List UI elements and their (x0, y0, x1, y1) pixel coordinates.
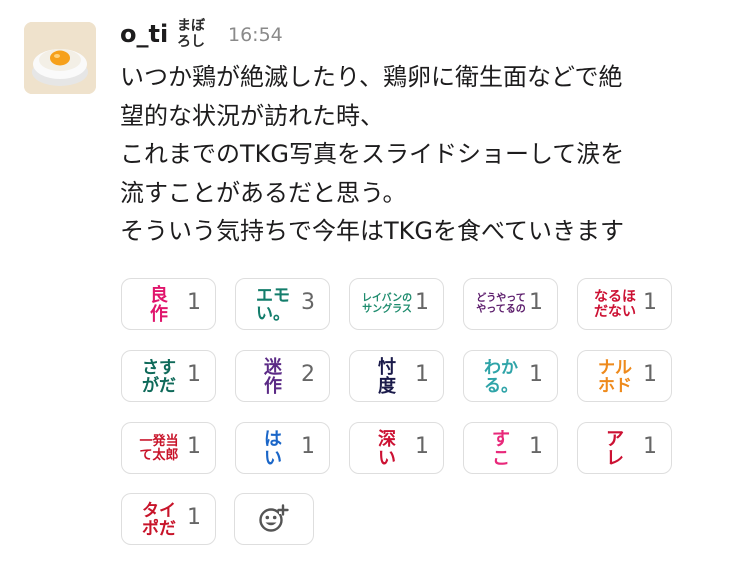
message-body: いつか鶏が絶滅したり、鶏卵に衛生面などで絶 望的な状況が訪れた時、 これまでのT… (120, 58, 720, 251)
reaction-emoji: レイバンの サングラス (358, 283, 416, 327)
reaction-emoji: アレ (586, 427, 644, 471)
reaction-count: 1 (529, 290, 543, 315)
reaction-pill[interactable]: はい1 (235, 422, 330, 474)
reaction-emoji: わか る。 (472, 355, 530, 399)
message-line: 望的な状況が訪れた時、 (120, 101, 384, 130)
username[interactable]: o_ti (120, 20, 168, 48)
reaction-emoji-line: エモ (256, 285, 290, 306)
reaction-pill[interactable]: さす がだ 1 (121, 350, 216, 402)
reaction-emoji-line: がだ (142, 376, 176, 396)
reaction-emoji: 良作 (130, 283, 188, 327)
reaction-emoji: なるほ だない (586, 283, 644, 327)
reaction-emoji-line: す (492, 428, 510, 450)
reaction-count: 1 (187, 505, 201, 530)
reaction-emoji: すこ (472, 427, 530, 471)
message-line: そういう気持ちで今年はTKGを食べていきます (120, 217, 625, 245)
reaction-emoji-line: こ (492, 448, 510, 469)
reaction-pill[interactable]: ナル ホド 1 (577, 350, 672, 402)
reaction-count: 1 (529, 362, 543, 387)
avatar[interactable] (24, 22, 96, 94)
reaction-pill[interactable]: 良作1 (121, 278, 216, 330)
reaction-emoji-line: サングラス (362, 304, 412, 315)
reaction-pill[interactable]: どうやって やってるの 1 (463, 278, 558, 330)
reaction-emoji-line: い。 (256, 304, 290, 324)
reaction-emoji-line: わか (484, 357, 518, 378)
status-emoji-line: まぼ (177, 18, 205, 34)
reaction-emoji: 深い (358, 427, 416, 471)
reaction-emoji: はい (244, 427, 302, 471)
message: o_ti まぼ ろし 16:54 いつか鶏が絶滅したり、鶏卵に衛生面などで絶 望… (0, 0, 750, 570)
reaction-count: 1 (187, 290, 201, 315)
add-reaction-button[interactable] (234, 493, 314, 545)
reaction-pill[interactable]: 深い1 (349, 422, 444, 474)
reaction-emoji-line: ア (606, 428, 624, 450)
reaction-emoji-line: なるほ (594, 288, 636, 305)
reaction-count: 1 (643, 362, 657, 387)
reaction-count: 1 (643, 434, 657, 459)
reaction-emoji-line: タイ (142, 500, 176, 521)
reaction-pill[interactable]: エモ い。 3 (235, 278, 330, 330)
reaction-emoji-line: い (378, 448, 396, 469)
reaction-emoji-line: 作 (264, 376, 282, 397)
reaction-emoji-line: ポだ (142, 519, 176, 539)
reaction-emoji-line: る。 (484, 376, 518, 396)
reaction-emoji: タイ ポだ (130, 498, 188, 542)
reaction-emoji-line: 一発当 (139, 433, 179, 449)
reaction-emoji-line: ナル (598, 357, 632, 378)
reaction-pill[interactable]: 忖度1 (349, 350, 444, 402)
reaction-count: 1 (529, 434, 543, 459)
reaction-pill[interactable]: なるほ だない 1 (577, 278, 672, 330)
reaction-emoji-line: 良 (150, 284, 168, 306)
status-emoji: まぼ ろし (177, 18, 211, 54)
reaction-count: 1 (415, 362, 429, 387)
reaction-count: 1 (415, 434, 429, 459)
reaction-emoji-line: 度 (378, 376, 396, 397)
reaction-emoji: どうやって やってるの (472, 283, 530, 327)
reaction-pill[interactable]: レイバンの サングラス 1 (349, 278, 444, 330)
reaction-emoji-line: ホド (598, 376, 632, 396)
reaction-emoji-line: 迷 (264, 356, 282, 378)
reaction-count: 1 (415, 290, 429, 315)
reaction-emoji-line: やってるの (476, 304, 526, 315)
add-emoji-icon (259, 504, 289, 532)
reaction-emoji: ナル ホド (586, 355, 644, 399)
reaction-emoji-line: 忖 (378, 356, 396, 378)
reaction-emoji-line: だない (594, 304, 636, 320)
reaction-emoji-line: い (264, 448, 282, 469)
reaction-emoji-line: 深 (378, 428, 396, 450)
reaction-emoji-line: 作 (150, 304, 168, 325)
timestamp[interactable]: 16:54 (228, 24, 283, 46)
reaction-emoji: 忖度 (358, 355, 416, 399)
reaction-pill[interactable]: すこ1 (463, 422, 558, 474)
rice-bowl-image (24, 22, 96, 94)
reaction-count: 2 (301, 362, 315, 387)
reaction-pill[interactable]: わか る。 1 (463, 350, 558, 402)
reaction-pill[interactable]: 一発当 て太郎 1 (121, 422, 216, 474)
reaction-emoji: エモ い。 (244, 283, 302, 327)
reaction-emoji-line: レ (606, 448, 624, 469)
reaction-pill[interactable]: タイ ポだ 1 (121, 493, 216, 545)
reaction-emoji-line: て太郎 (139, 448, 179, 463)
reaction-pill[interactable]: アレ1 (577, 422, 672, 474)
reaction-count: 1 (643, 290, 657, 315)
message-line: いつか鶏が絶滅したり、鶏卵に衛生面などで絶 (120, 63, 623, 91)
reaction-count: 1 (187, 362, 201, 387)
message-line: これまでのTKG写真をスライドショーして涙を (120, 140, 625, 168)
reaction-emoji-line: さす (142, 357, 176, 378)
reaction-emoji-line: は (264, 428, 282, 450)
message-line: 流すことがあるだと思う。 (120, 178, 407, 207)
reaction-emoji: 迷作 (244, 355, 302, 399)
reaction-count: 3 (301, 290, 315, 315)
reaction-count: 1 (301, 434, 315, 459)
status-emoji-line: ろし (177, 34, 205, 50)
reaction-emoji: さす がだ (130, 355, 188, 399)
reaction-pill[interactable]: 迷作2 (235, 350, 330, 402)
reaction-emoji: 一発当 て太郎 (130, 427, 188, 471)
reaction-count: 1 (187, 434, 201, 459)
